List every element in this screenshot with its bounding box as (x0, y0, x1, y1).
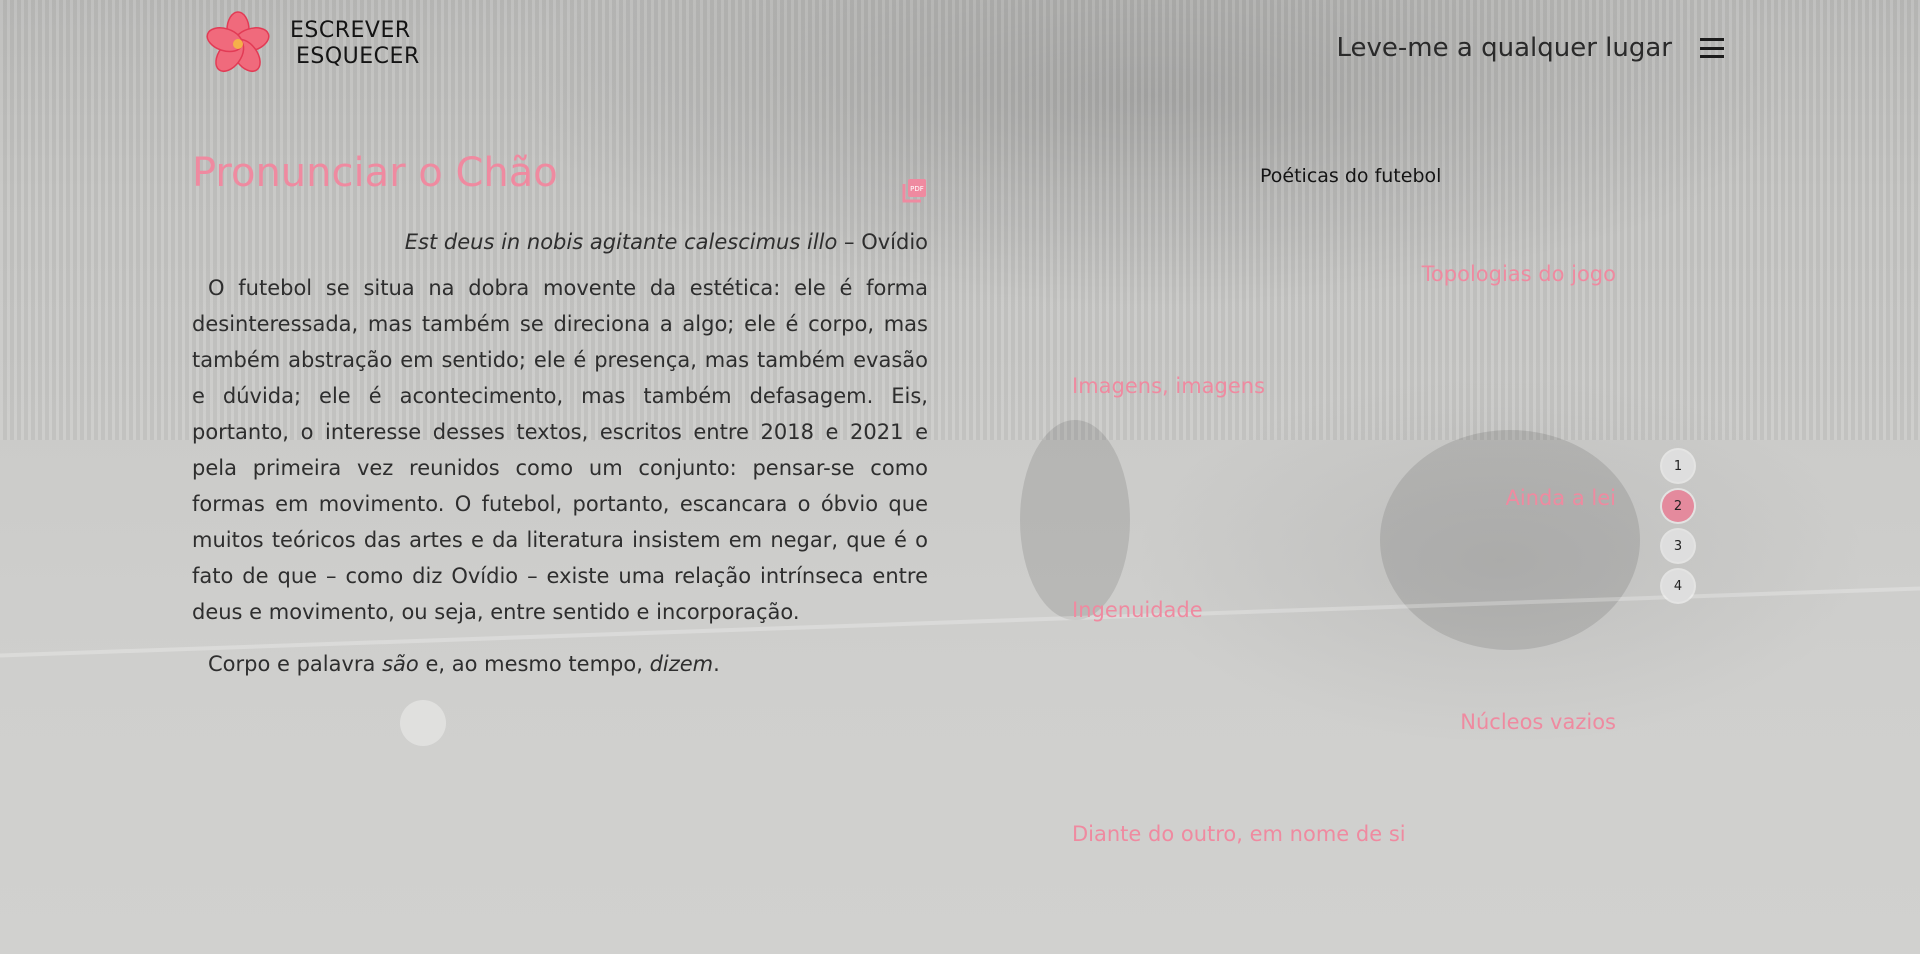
chapter-link[interactable]: Núcleos vazios (1460, 710, 1616, 734)
anywhere-link[interactable]: Leve-me a qualquer lugar (1337, 33, 1672, 63)
chapter-link[interactable]: Ainda a lei (1505, 486, 1616, 510)
chapter-link[interactable]: Ingenuidade (1072, 598, 1203, 622)
article-paragraph-1: O futebol se situa na dobra movente da e… (192, 276, 928, 624)
site-logo[interactable]: ESCREVER ESQUECER (204, 10, 420, 78)
hibiscus-flower-icon (206, 11, 270, 73)
brand-name: ESCREVER ESQUECER (290, 18, 420, 70)
epigraph-quote: Est deus in nobis agitante calescimus il… (404, 230, 838, 254)
page-button-2[interactable]: 2 (1662, 490, 1694, 522)
page-button-4[interactable]: 4 (1662, 570, 1694, 602)
hamburger-menu-icon[interactable] (1700, 38, 1724, 58)
epigraph: Est deus in nobis agitante calescimus il… (192, 230, 928, 254)
chapter-link[interactable]: Topologias do jogo (1422, 262, 1616, 286)
brand-line-1: ESCREVER (290, 18, 411, 43)
pdf-icon[interactable]: PDF (900, 177, 928, 205)
page-button-1[interactable]: 1 (1662, 450, 1694, 482)
article-paragraph-2: Corpo e palavra são e, ao mesmo tempo, d… (208, 652, 720, 676)
page-button-3[interactable]: 3 (1662, 530, 1694, 562)
page-title: Pronunciar o Chão (192, 150, 558, 196)
article: Pronunciar o Chão PDF Est deus in nobis … (192, 150, 928, 682)
chapter-link[interactable]: Diante do outro, em nome de si (1072, 822, 1406, 846)
pagination: 1 2 3 4 (1662, 450, 1694, 602)
svg-text:PDF: PDF (910, 185, 924, 193)
series-title: Poéticas do futebol (1260, 165, 1442, 187)
epigraph-author: – Ovídio (837, 230, 928, 254)
chapter-link[interactable]: Imagens, imagens (1072, 374, 1265, 398)
brand-line-2: ESQUECER (296, 44, 420, 69)
